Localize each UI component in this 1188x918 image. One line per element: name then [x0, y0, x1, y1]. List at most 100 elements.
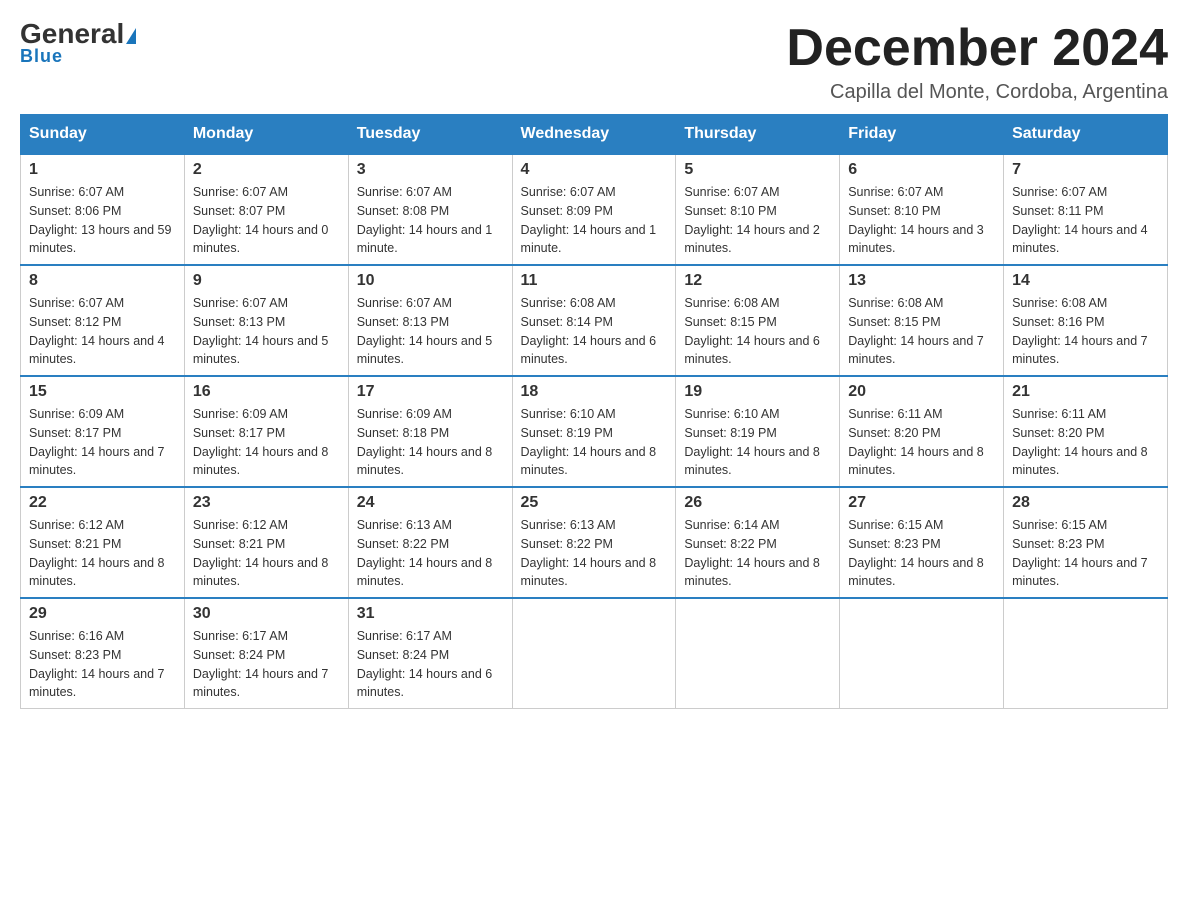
col-tuesday: Tuesday [348, 115, 512, 155]
day-number: 9 [193, 272, 340, 290]
day-number: 10 [357, 272, 504, 290]
day-info: Sunrise: 6:14 AMSunset: 8:22 PMDaylight:… [684, 516, 831, 591]
day-number: 6 [848, 161, 995, 179]
calendar-header-row: Sunday Monday Tuesday Wednesday Thursday… [21, 115, 1168, 155]
table-row [676, 598, 840, 709]
day-number: 15 [29, 383, 176, 401]
table-row: 14 Sunrise: 6:08 AMSunset: 8:16 PMDayligh… [1004, 265, 1168, 376]
day-info: Sunrise: 6:07 AMSunset: 8:10 PMDaylight:… [684, 183, 831, 258]
table-row: 18 Sunrise: 6:10 AMSunset: 8:19 PMDayligh… [512, 376, 676, 487]
table-row: 11 Sunrise: 6:08 AMSunset: 8:14 PMDayligh… [512, 265, 676, 376]
day-number: 7 [1012, 161, 1159, 179]
table-row: 1 Sunrise: 6:07 AMSunset: 8:06 PMDaylight… [21, 154, 185, 265]
table-row: 27 Sunrise: 6:15 AMSunset: 8:23 PMDayligh… [840, 487, 1004, 598]
col-wednesday: Wednesday [512, 115, 676, 155]
table-row: 17 Sunrise: 6:09 AMSunset: 8:18 PMDayligh… [348, 376, 512, 487]
day-number: 22 [29, 494, 176, 512]
logo-blue-text: Blue [20, 46, 63, 67]
day-number: 5 [684, 161, 831, 179]
day-info: Sunrise: 6:07 AMSunset: 8:08 PMDaylight:… [357, 183, 504, 258]
day-info: Sunrise: 6:13 AMSunset: 8:22 PMDaylight:… [521, 516, 668, 591]
day-number: 14 [1012, 272, 1159, 290]
day-info: Sunrise: 6:07 AMSunset: 8:13 PMDaylight:… [193, 294, 340, 369]
day-info: Sunrise: 6:15 AMSunset: 8:23 PMDaylight:… [848, 516, 995, 591]
day-number: 31 [357, 605, 504, 623]
day-info: Sunrise: 6:10 AMSunset: 8:19 PMDaylight:… [684, 405, 831, 480]
table-row: 8Sunrise: 6:07 AMSunset: 8:12 PMDaylight… [21, 265, 185, 376]
day-number: 17 [357, 383, 504, 401]
calendar-week-row: 15 Sunrise: 6:09 AMSunset: 8:17 PMDayligh… [21, 376, 1168, 487]
table-row: 29Sunrise: 6:16 AMSunset: 8:23 PMDayligh… [21, 598, 185, 709]
calendar-week-row: 29Sunrise: 6:16 AMSunset: 8:23 PMDayligh… [21, 598, 1168, 709]
calendar-week-row: 1 Sunrise: 6:07 AMSunset: 8:06 PMDaylight… [21, 154, 1168, 265]
day-info: Sunrise: 6:08 AMSunset: 8:14 PMDaylight:… [521, 294, 668, 369]
day-number: 30 [193, 605, 340, 623]
day-number: 28 [1012, 494, 1159, 512]
day-info: Sunrise: 6:07 AMSunset: 8:07 PMDaylight:… [193, 183, 340, 258]
day-number: 1 [29, 161, 176, 179]
table-row: 28 Sunrise: 6:15 AMSunset: 8:23 PMDayligh… [1004, 487, 1168, 598]
day-info: Sunrise: 6:13 AMSunset: 8:22 PMDaylight:… [357, 516, 504, 591]
day-info: Sunrise: 6:11 AMSunset: 8:20 PMDaylight:… [1012, 405, 1159, 480]
table-row: 2 Sunrise: 6:07 AMSunset: 8:07 PMDaylight… [184, 154, 348, 265]
day-info: Sunrise: 6:08 AMSunset: 8:15 PMDaylight:… [848, 294, 995, 369]
day-number: 18 [521, 383, 668, 401]
day-info: Sunrise: 6:07 AMSunset: 8:09 PMDaylight:… [521, 183, 668, 258]
month-title: December 2024 [786, 20, 1168, 77]
day-info: Sunrise: 6:07 AMSunset: 8:11 PMDaylight:… [1012, 183, 1159, 258]
table-row: 15 Sunrise: 6:09 AMSunset: 8:17 PMDayligh… [21, 376, 185, 487]
table-row: 16Sunrise: 6:09 AMSunset: 8:17 PMDayligh… [184, 376, 348, 487]
table-row: 6 Sunrise: 6:07 AMSunset: 8:10 PMDaylight… [840, 154, 1004, 265]
day-number: 11 [521, 272, 668, 290]
table-row: 13Sunrise: 6:08 AMSunset: 8:15 PMDayligh… [840, 265, 1004, 376]
table-row [840, 598, 1004, 709]
day-info: Sunrise: 6:12 AMSunset: 8:21 PMDaylight:… [193, 516, 340, 591]
calendar-table: Sunday Monday Tuesday Wednesday Thursday… [20, 114, 1168, 709]
day-number: 29 [29, 605, 176, 623]
day-number: 8 [29, 272, 176, 290]
col-thursday: Thursday [676, 115, 840, 155]
logo: General Blue [20, 20, 136, 67]
day-info: Sunrise: 6:15 AMSunset: 8:23 PMDaylight:… [1012, 516, 1159, 591]
table-row: 23Sunrise: 6:12 AMSunset: 8:21 PMDayligh… [184, 487, 348, 598]
day-info: Sunrise: 6:09 AMSunset: 8:17 PMDaylight:… [193, 405, 340, 480]
day-number: 27 [848, 494, 995, 512]
table-row: 22 Sunrise: 6:12 AMSunset: 8:21 PMDayligh… [21, 487, 185, 598]
location-subtitle: Capilla del Monte, Cordoba, Argentina [786, 81, 1168, 104]
day-info: Sunrise: 6:08 AMSunset: 8:16 PMDaylight:… [1012, 294, 1159, 369]
logo-general: General [20, 18, 124, 49]
col-sunday: Sunday [21, 115, 185, 155]
day-info: Sunrise: 6:09 AMSunset: 8:17 PMDaylight:… [29, 405, 176, 480]
day-number: 4 [521, 161, 668, 179]
day-number: 26 [684, 494, 831, 512]
title-section: December 2024 Capilla del Monte, Cordoba… [786, 20, 1168, 104]
table-row: 7 Sunrise: 6:07 AMSunset: 8:11 PMDaylight… [1004, 154, 1168, 265]
page-header: General Blue December 2024 Capilla del M… [20, 20, 1168, 104]
day-info: Sunrise: 6:09 AMSunset: 8:18 PMDaylight:… [357, 405, 504, 480]
day-info: Sunrise: 6:07 AMSunset: 8:06 PMDaylight:… [29, 183, 176, 258]
table-row: 5 Sunrise: 6:07 AMSunset: 8:10 PMDaylight… [676, 154, 840, 265]
day-info: Sunrise: 6:17 AMSunset: 8:24 PMDaylight:… [357, 627, 504, 702]
table-row: 4 Sunrise: 6:07 AMSunset: 8:09 PMDaylight… [512, 154, 676, 265]
logo-triangle-icon [126, 28, 136, 44]
col-saturday: Saturday [1004, 115, 1168, 155]
table-row: 31 Sunrise: 6:17 AMSunset: 8:24 PMDayligh… [348, 598, 512, 709]
table-row [512, 598, 676, 709]
table-row: 20Sunrise: 6:11 AMSunset: 8:20 PMDayligh… [840, 376, 1004, 487]
day-info: Sunrise: 6:10 AMSunset: 8:19 PMDaylight:… [521, 405, 668, 480]
calendar-week-row: 22 Sunrise: 6:12 AMSunset: 8:21 PMDayligh… [21, 487, 1168, 598]
table-row: 9 Sunrise: 6:07 AMSunset: 8:13 PMDaylight… [184, 265, 348, 376]
day-info: Sunrise: 6:07 AMSunset: 8:10 PMDaylight:… [848, 183, 995, 258]
table-row: 3Sunrise: 6:07 AMSunset: 8:08 PMDaylight… [348, 154, 512, 265]
table-row: 19Sunrise: 6:10 AMSunset: 8:19 PMDayligh… [676, 376, 840, 487]
table-row [1004, 598, 1168, 709]
col-monday: Monday [184, 115, 348, 155]
table-row: 25 Sunrise: 6:13 AMSunset: 8:22 PMDayligh… [512, 487, 676, 598]
day-number: 25 [521, 494, 668, 512]
day-number: 12 [684, 272, 831, 290]
col-friday: Friday [840, 115, 1004, 155]
day-number: 2 [193, 161, 340, 179]
day-number: 21 [1012, 383, 1159, 401]
day-info: Sunrise: 6:12 AMSunset: 8:21 PMDaylight:… [29, 516, 176, 591]
day-info: Sunrise: 6:17 AMSunset: 8:24 PMDaylight:… [193, 627, 340, 702]
